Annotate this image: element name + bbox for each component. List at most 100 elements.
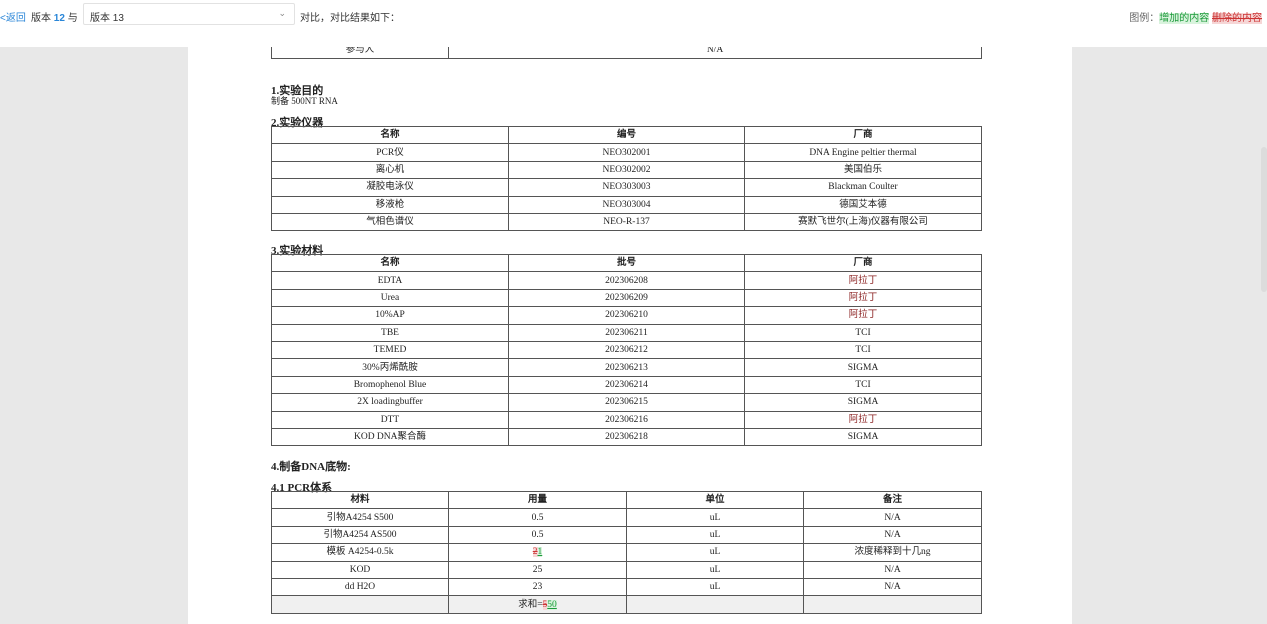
table-cell: 德国艾本德 <box>744 195 982 214</box>
materials-table: 名称 批号 厂商 EDTA 202306208 阿拉丁 Urea 202306209 阿拉丁 10… <box>271 253 982 447</box>
table-cell: uL <box>626 560 804 579</box>
table-cell: 赛默飞世尔(上海)仪器有限公司 <box>744 212 982 232</box>
back-link[interactable]: <返回 <box>0 9 26 24</box>
pcr-table: 材料 用量 单位 备注 引物A4254 S500 0.5 uL N/A 引物A4254 AS50… <box>271 490 982 614</box>
table-cell: 202306218 <box>508 427 745 447</box>
column-header: 材料 <box>271 490 449 510</box>
table-row: dd H2O 23 uL N/A <box>271 577 982 597</box>
table-header-row: 名称 编号 厂商 <box>271 125 982 145</box>
table-cell: 模板 A4254-0.5k <box>271 543 449 562</box>
table-cell: Bromophenol Blue <box>271 375 509 395</box>
table-cell: 引物A4254 AS500 <box>271 525 449 545</box>
table-row: 离心机 NEO302002 美国伯乐 <box>271 160 982 180</box>
table-cell: 引物A4254 S500 <box>271 508 449 527</box>
table-row: 引物A4254 S500 0.5 uL N/A <box>271 508 982 527</box>
table-cell: DTT <box>271 410 509 429</box>
table-cell: N/A <box>803 525 982 545</box>
table-cell: 气相色谱仪 <box>271 212 509 232</box>
scrollbar[interactable] <box>1261 147 1267 292</box>
table-cell: NEO303003 <box>508 178 745 197</box>
section-4-title: 4.制备DNA底物: <box>271 461 351 473</box>
table-cell: TCI <box>744 375 982 395</box>
table-row: KOD 25 uL N/A <box>271 560 982 579</box>
column-header: 用量 <box>448 490 627 510</box>
column-header: 名称 <box>271 253 509 273</box>
table-cell: 阿拉丁 <box>744 288 982 308</box>
table-cell: Urea <box>271 288 509 308</box>
table-cell: EDTA <box>271 271 509 290</box>
table-cell: 23 <box>448 577 627 597</box>
table-cell: Blackman Coulter <box>744 178 982 197</box>
table-cell: NEO302001 <box>508 143 745 162</box>
column-header: 备注 <box>803 490 982 510</box>
table-cell: 美国伯乐 <box>744 160 982 180</box>
table-row: 2X loadingbuffer 202306215 SIGMA <box>271 393 982 412</box>
document-page: 参与人 N/A 1.实验目的 制备 500NT RNA 2.实验仪器 名称 编号 厂商… <box>188 47 1072 624</box>
table-cell: 202306211 <box>508 323 745 342</box>
column-header: 编号 <box>508 125 745 145</box>
table-cell: TBE <box>271 323 509 342</box>
table-cell: TEMED <box>271 340 509 360</box>
table-cell: uL <box>626 577 804 597</box>
chevron-down-icon: ⌄ <box>278 8 286 18</box>
table-cell: 阿拉丁 <box>744 271 982 290</box>
document-viewer[interactable]: 参与人 N/A 1.实验目的 制备 500NT RNA 2.实验仪器 名称 编号 厂商… <box>0 47 1267 624</box>
table-cell: NEO-R-137 <box>508 212 745 232</box>
table-cell: 202306209 <box>508 288 745 308</box>
diff-deleted: 2 <box>532 547 538 558</box>
version-select-value: 版本 13 <box>90 13 124 24</box>
table-cell: SIGMA <box>744 393 982 412</box>
table-cell: uL <box>626 525 804 545</box>
table-cell: KOD <box>271 560 449 579</box>
toolbar: <返回 版本 12 与 版本 13 ⌄ 对比，对比结果如下： 图例：增加的内容 … <box>0 0 1267 47</box>
sum-added: 50 <box>547 599 557 610</box>
table-cell: N/A <box>803 560 982 579</box>
sum-row: 求和=550 <box>271 595 982 614</box>
table-cell: uL <box>626 543 804 562</box>
table-cell: 10%AP <box>271 306 509 325</box>
column-header: 名称 <box>271 125 509 145</box>
column-header: 批号 <box>508 253 745 273</box>
table-row: TBE 202306211 TCI <box>271 323 982 342</box>
table-cell: uL <box>626 508 804 527</box>
table-cell: 202306215 <box>508 393 745 412</box>
participants-table: 参与人 N/A <box>271 47 982 60</box>
table-cell: TCI <box>744 323 982 342</box>
table-cell: 202306213 <box>508 358 745 377</box>
table-cell: dd H2O <box>271 577 449 597</box>
sum-cell: 求和=550 <box>448 595 627 614</box>
table-header-row: 名称 批号 厂商 <box>271 253 982 273</box>
column-header: 厂商 <box>744 253 982 273</box>
table-row: 10%AP 202306210 阿拉丁 <box>271 306 982 325</box>
version-label: 版本 12 与 <box>31 13 78 24</box>
table-row: 引物A4254 AS500 0.5 uL N/A <box>271 525 982 545</box>
table-cell: SIGMA <box>744 427 982 447</box>
instruments-table: 名称 编号 厂商 PCR仪 NEO302001 DNA Engine peltier th… <box>271 125 982 232</box>
table-cell: 浓度稀释到十几ng <box>803 543 982 562</box>
table-cell: 202306210 <box>508 306 745 325</box>
table-cell: 阿拉丁 <box>744 306 982 325</box>
table-cell: TCI <box>744 340 982 360</box>
table-cell: 25 <box>448 560 627 579</box>
diff-added: 1 <box>537 547 543 558</box>
table-cell: 移液枪 <box>271 195 509 214</box>
table-cell: 0.5 <box>448 525 627 545</box>
table-cell: KOD DNA聚合酶 <box>271 427 509 447</box>
column-header: 单位 <box>626 490 804 510</box>
column-header: 厂商 <box>744 125 982 145</box>
table-cell: NEO303004 <box>508 195 745 214</box>
table-cell: 202306216 <box>508 410 745 429</box>
table-cell: 0.5 <box>448 508 627 527</box>
left-version-number: 12 <box>53 13 65 24</box>
table-row: 气相色谱仪 NEO-R-137 赛默飞世尔(上海)仪器有限公司 <box>271 212 982 232</box>
table-row: Bromophenol Blue 202306214 TCI <box>271 375 982 395</box>
legend-deleted: 删除的内容 <box>1212 13 1262 24</box>
version-select[interactable]: 版本 13 ⌄ <box>83 3 295 25</box>
table-cell: 离心机 <box>271 160 509 180</box>
table-row: 凝胶电泳仪 NEO303003 Blackman Coulter <box>271 178 982 197</box>
table-row: 30%丙烯酰胺 202306213 SIGMA <box>271 358 982 377</box>
table-row: TEMED 202306212 TCI <box>271 340 982 360</box>
compare-result-text: 对比，对比结果如下： <box>300 13 400 24</box>
table-cell: PCR仪 <box>271 143 509 162</box>
table-cell: 202306212 <box>508 340 745 360</box>
